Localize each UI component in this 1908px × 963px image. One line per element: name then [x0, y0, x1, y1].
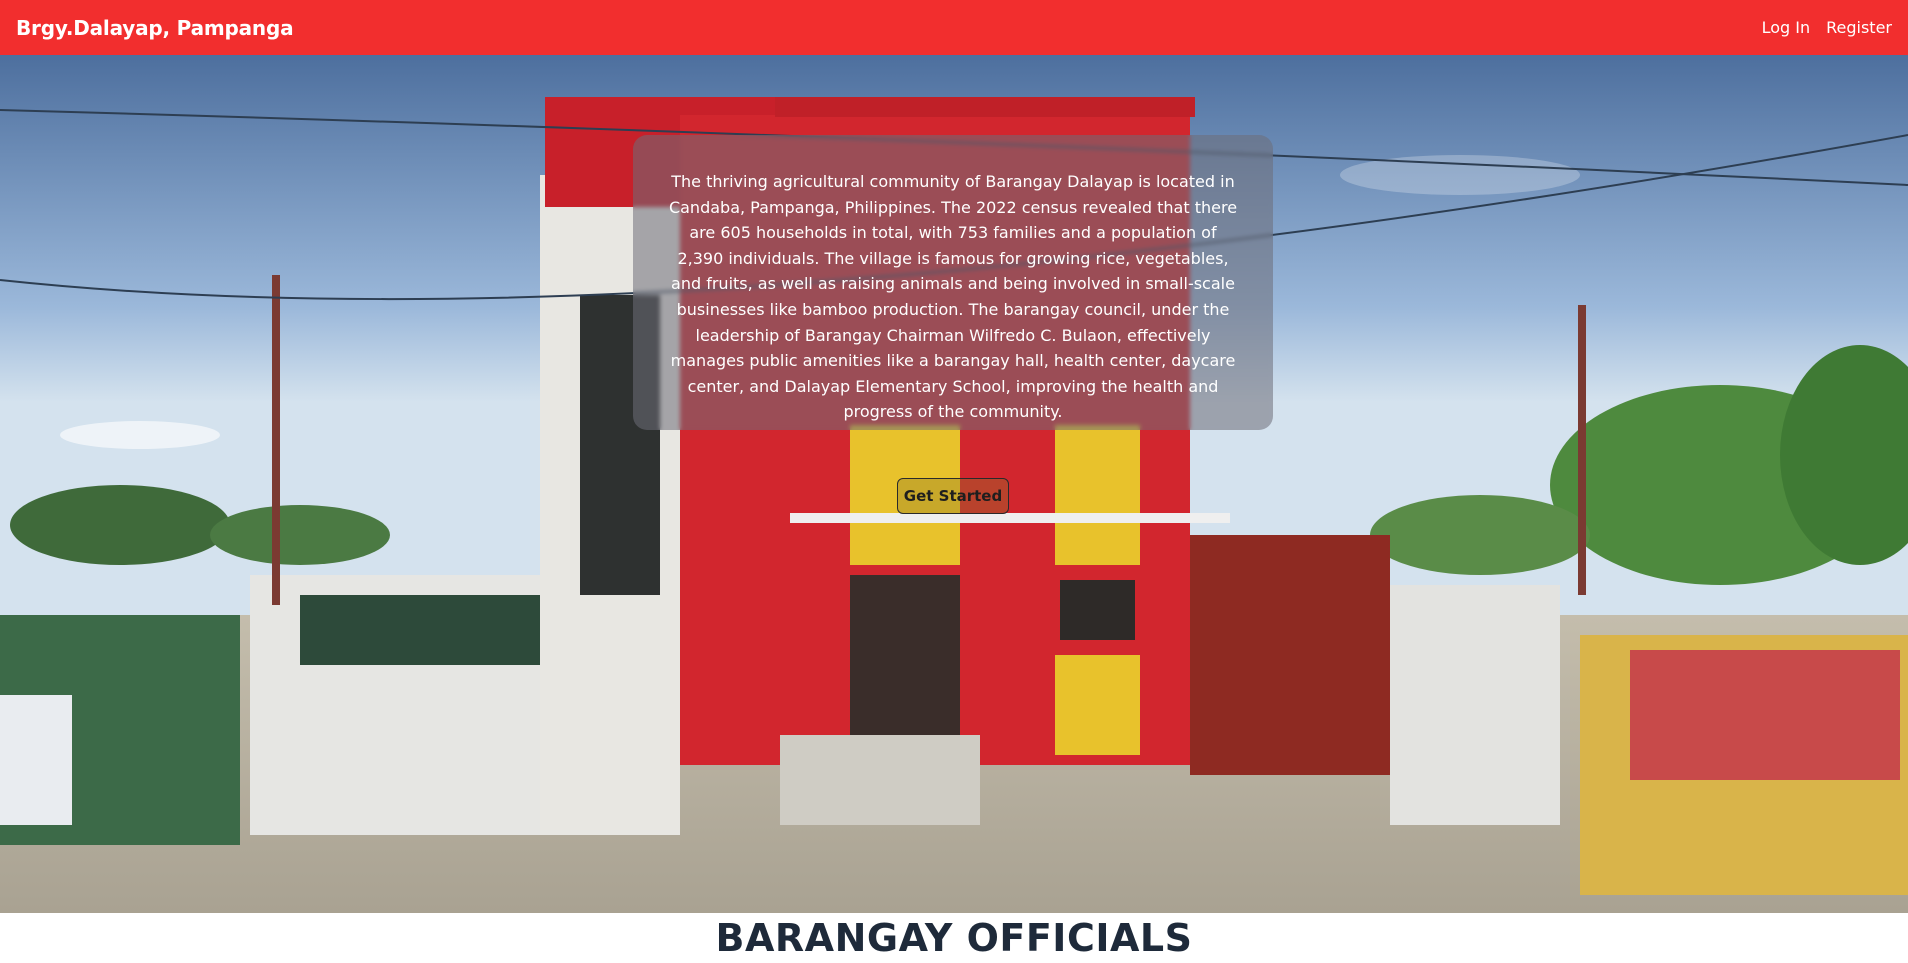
officials-heading: BARANGAY OFFICIALS	[715, 916, 1193, 960]
nav-links: Log In Register	[1762, 18, 1892, 37]
get-started-button[interactable]: Get Started	[897, 478, 1009, 514]
login-link[interactable]: Log In	[1762, 18, 1811, 37]
community-description: The thriving agricultural community of B…	[633, 135, 1273, 430]
top-navbar: Brgy.Dalayap, Pampanga Log In Register	[0, 0, 1908, 55]
brand-link[interactable]: Brgy.Dalayap, Pampanga	[16, 16, 294, 40]
hero-section: The thriving agricultural community of B…	[0, 55, 1908, 913]
register-link[interactable]: Register	[1826, 18, 1892, 37]
